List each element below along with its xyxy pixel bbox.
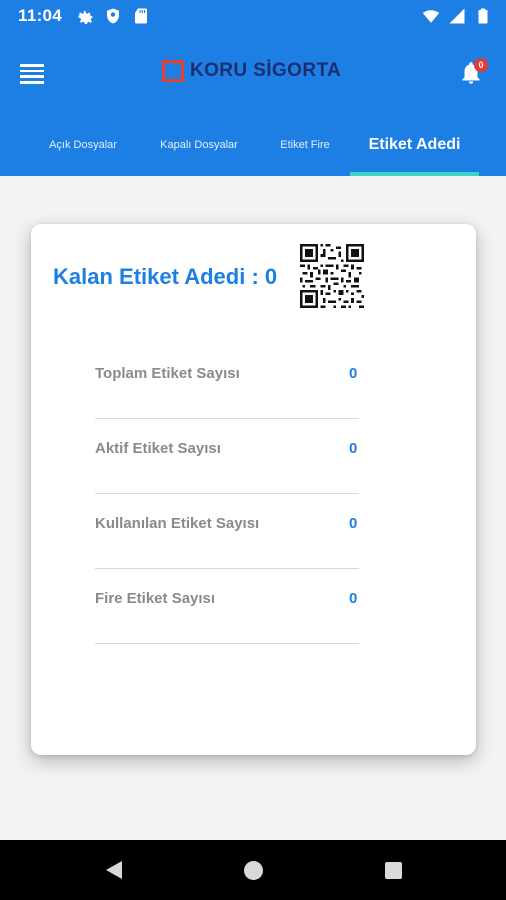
- notification-badge: 0: [474, 58, 488, 72]
- recents-square-icon[interactable]: [385, 862, 402, 879]
- tab-indicator: [350, 172, 479, 176]
- waste-label-count-row: Fire Etiket Sayısı 0: [95, 568, 359, 644]
- back-triangle-icon[interactable]: [104, 860, 124, 880]
- tab-kapali-dosyalar[interactable]: Kapalı Dosyalar: [152, 122, 246, 176]
- status-bar: 11:04: [0, 0, 506, 32]
- logo-square-icon: [162, 60, 184, 82]
- logo-text: KORU SİGORTA: [190, 60, 342, 81]
- menu-icon[interactable]: [20, 64, 44, 84]
- sd-card-icon: [135, 8, 147, 24]
- tab-acik-dosyalar[interactable]: Açık Dosyalar: [40, 122, 126, 176]
- waste-label-count-value: 0: [349, 590, 358, 607]
- active-label-count-row: Aktif Etiket Sayısı 0: [95, 418, 359, 494]
- remaining-label-count-title: Kalan Etiket Adedi : 0: [53, 264, 278, 289]
- total-label-count-row: Toplam Etiket Sayısı 0: [95, 343, 359, 419]
- wifi-icon: [422, 10, 440, 23]
- used-label-count-row: Kullanılan Etiket Sayısı 0: [95, 493, 359, 569]
- waste-label-count-label: Fire Etiket Sayısı: [95, 590, 216, 607]
- home-circle-icon[interactable]: [244, 861, 263, 880]
- tab-bar: Açık Dosyalar Kapalı Dosyalar Etiket Fir…: [0, 122, 506, 176]
- gear-icon: [78, 11, 93, 25]
- used-label-count-value: 0: [349, 515, 358, 532]
- signal-icon: [449, 8, 465, 24]
- label-count-card: Kalan Etiket Adedi : 0 Toplam Etiket Say…: [31, 224, 476, 755]
- notification-button[interactable]: 0: [458, 58, 488, 90]
- used-label-count-label: Kullanılan Etiket Sayısı: [95, 515, 260, 532]
- tab-etiket-fire[interactable]: Etiket Fire: [270, 122, 340, 176]
- active-label-count-value: 0: [349, 440, 358, 457]
- system-nav-bar: [0, 840, 506, 900]
- status-time: 11:04: [18, 6, 63, 25]
- tab-etiket-adedi[interactable]: Etiket Adedi: [350, 122, 479, 176]
- shield-icon: [107, 8, 119, 24]
- active-label-count-label: Aktif Etiket Sayısı: [95, 440, 221, 457]
- total-label-count-label: Toplam Etiket Sayısı: [95, 365, 240, 382]
- battery-icon: [478, 8, 488, 24]
- qr-code-icon[interactable]: [300, 244, 364, 308]
- total-label-count-value: 0: [349, 365, 358, 382]
- app-bar: 11:04 KORU SİGORTA 0 Açık Dosyalar Kapal…: [0, 0, 506, 176]
- logo: KORU SİGORTA: [162, 60, 341, 82]
